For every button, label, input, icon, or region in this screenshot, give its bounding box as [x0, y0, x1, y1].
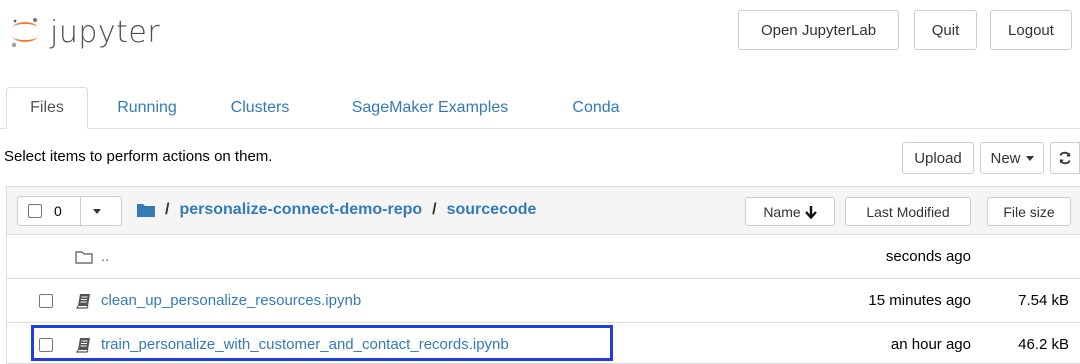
breadcrumb-root[interactable]: /: [165, 201, 169, 219]
item-name[interactable]: ..: [101, 248, 109, 265]
refresh-icon: [1059, 151, 1071, 165]
refresh-button[interactable]: [1050, 142, 1080, 174]
select-all-group[interactable]: 0: [17, 196, 122, 226]
highlight-box: [31, 325, 613, 361]
breadcrumb-separator: /: [432, 201, 437, 218]
sort-by-last-modified-button[interactable]: Last Modified: [845, 197, 971, 226]
sort-name-label: Name: [763, 203, 801, 220]
quit-button[interactable]: Quit: [914, 10, 977, 50]
selected-count: 0: [54, 203, 62, 219]
notebook-icon: [76, 294, 90, 309]
select-menu-caret-icon[interactable]: [93, 208, 101, 214]
selection-instructions: Select items to perform actions on them.: [4, 148, 273, 165]
app-name: jupyter: [50, 14, 161, 50]
new-dropdown-button[interactable]: New: [980, 142, 1044, 174]
select-all-checkbox[interactable]: [28, 204, 42, 218]
arrow-down-icon: [804, 205, 817, 219]
jupyter-logo-icon: [11, 18, 38, 48]
caret-down-icon: [1025, 155, 1034, 161]
new-label: New: [990, 149, 1021, 167]
list-item[interactable]: clean_up_personalize_resources.ipynb 15 …: [7, 279, 1080, 323]
breadcrumb-item-sourcecode[interactable]: sourcecode: [447, 201, 537, 219]
file-list: 0 / personalize-connect-demo-repo / sour…: [6, 186, 1080, 364]
tab-sagemaker-examples[interactable]: SageMaker Examples: [330, 87, 530, 129]
item-name[interactable]: clean_up_personalize_resources.ipynb: [101, 292, 361, 309]
open-jupyterlab-button[interactable]: Open JupyterLab: [738, 10, 899, 50]
list-item[interactable]: .. seconds ago: [7, 235, 1080, 279]
item-modified: seconds ago: [885, 248, 971, 265]
tab-conda[interactable]: Conda: [556, 87, 636, 129]
item-checkbox[interactable]: [39, 294, 53, 308]
upload-button[interactable]: Upload: [902, 142, 974, 174]
breadcrumb: / personalize-connect-demo-repo / source…: [137, 201, 536, 219]
tab-files[interactable]: Files: [6, 87, 88, 129]
jupyter-logo[interactable]: jupyter: [8, 12, 160, 52]
item-size: 7.54 kB: [1018, 292, 1069, 309]
tab-running[interactable]: Running: [102, 87, 192, 129]
select-divider: [80, 197, 81, 225]
breadcrumb-item-repo[interactable]: personalize-connect-demo-repo: [179, 201, 422, 219]
logout-button[interactable]: Logout: [990, 10, 1072, 50]
sort-by-file-size-button[interactable]: File size: [987, 197, 1071, 226]
item-size: 46.2 kB: [1018, 336, 1069, 353]
sort-by-name-button[interactable]: Name: [745, 197, 835, 226]
folder-outline-icon: [75, 251, 93, 264]
item-modified: an hour ago: [890, 336, 971, 353]
tab-clusters[interactable]: Clusters: [214, 87, 306, 129]
file-list-header: 0 / personalize-connect-demo-repo / sour…: [7, 187, 1080, 235]
folder-icon[interactable]: [137, 203, 155, 217]
item-modified: 15 minutes ago: [868, 292, 971, 309]
